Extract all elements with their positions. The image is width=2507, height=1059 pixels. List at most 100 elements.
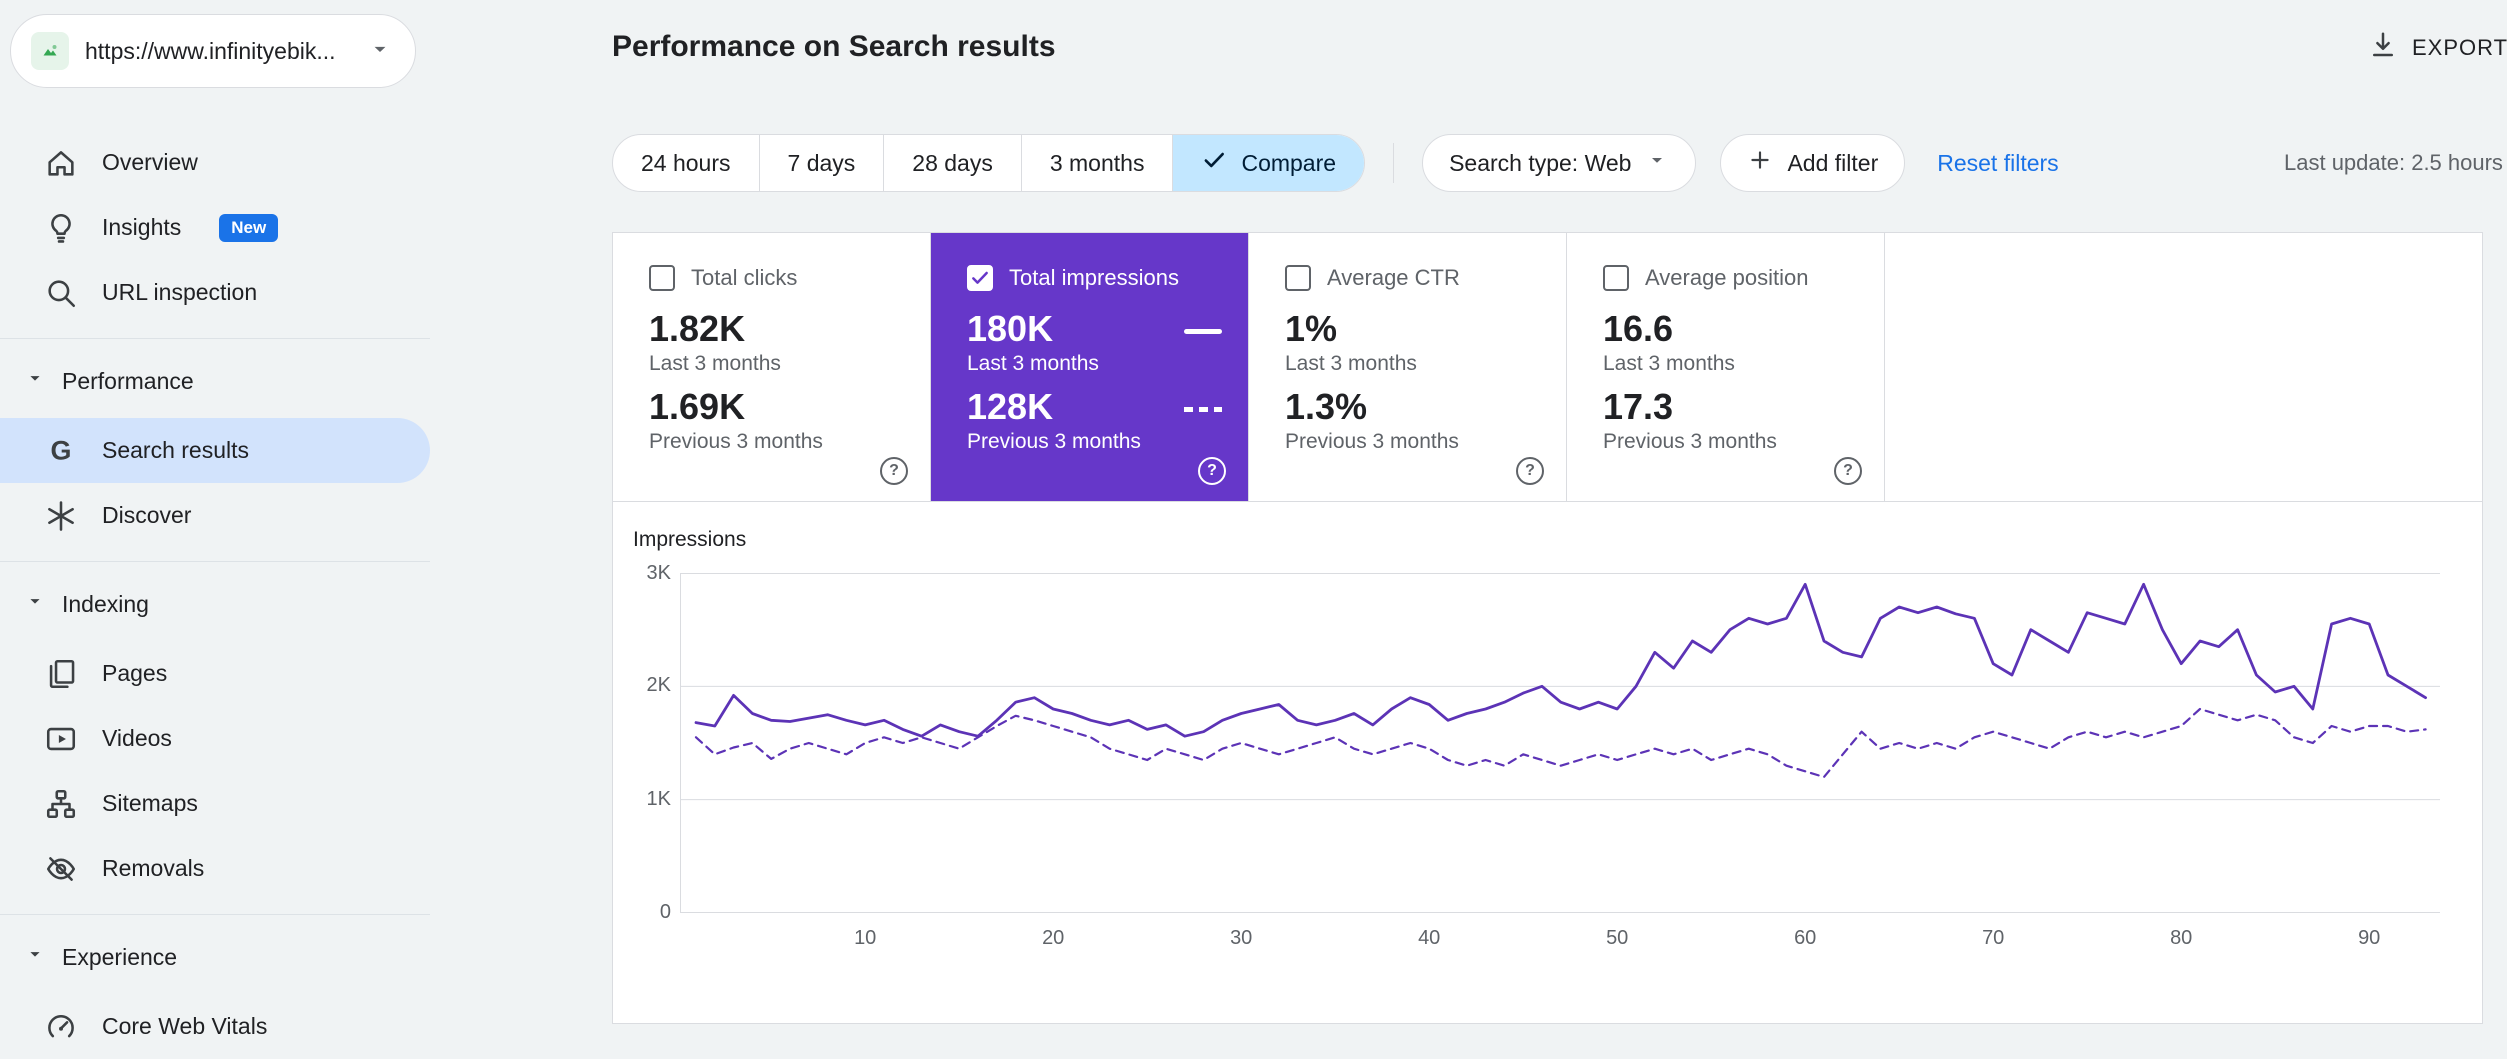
- help-icon[interactable]: ?: [1198, 457, 1226, 485]
- chevron-down-icon: [1645, 148, 1669, 178]
- metric-sublabel: Last 3 months: [649, 351, 930, 377]
- card-label: Total impressions: [1009, 265, 1179, 291]
- metric-value: 1.3%: [1285, 385, 1566, 429]
- chevron-down-icon: [24, 943, 46, 971]
- checkbox-unchecked-icon[interactable]: [1603, 265, 1629, 291]
- checkbox-unchecked-icon[interactable]: [1285, 265, 1311, 291]
- video-icon: [44, 722, 78, 756]
- date-range-segmented-control: 24 hours 7 days 28 days 3 months Compare: [612, 134, 1365, 192]
- add-filter-button[interactable]: Add filter: [1720, 134, 1905, 192]
- sidebar-item-pages[interactable]: Pages: [0, 641, 430, 706]
- chevron-down-icon: [24, 590, 46, 618]
- chip-28-days[interactable]: 28 days: [883, 135, 1021, 191]
- x-axis-tick-label: 20: [1029, 927, 1077, 950]
- line-series-previous-period: [696, 709, 2426, 777]
- help-icon[interactable]: ?: [880, 457, 908, 485]
- metric-value: 1.69K: [649, 385, 930, 429]
- chip-3-months[interactable]: 3 months: [1021, 135, 1173, 191]
- card-label: Average CTR: [1327, 265, 1460, 291]
- sidebar-item-removals[interactable]: Removals: [0, 836, 430, 901]
- sidebar-divider: [0, 561, 430, 562]
- line-style-dashed-indicator: [1184, 407, 1222, 412]
- lightbulb-icon: [44, 211, 78, 245]
- sidebar-item-core-web-vitals[interactable]: Core Web Vitals: [0, 994, 430, 1059]
- y-axis-tick-label: 2K: [621, 674, 671, 697]
- sidebar-item-sitemaps[interactable]: Sitemaps: [0, 771, 430, 836]
- y-axis-tick-label: 1K: [621, 788, 671, 811]
- impressions-chart: Impressions 3K2K1K0102030405060708090: [613, 502, 2482, 1022]
- performance-panel: Total clicks 1.82K Last 3 months 1.69K P…: [612, 232, 2483, 1024]
- card-label: Total clicks: [691, 265, 797, 291]
- sidebar-item-label: Videos: [102, 725, 172, 752]
- metric-sublabel: Previous 3 months: [1285, 429, 1566, 455]
- chip-label: Compare: [1241, 150, 1336, 177]
- search-icon: [44, 276, 78, 310]
- section-header-performance[interactable]: Performance: [0, 352, 430, 410]
- help-icon[interactable]: ?: [1834, 457, 1862, 485]
- sidebar-item-label: Discover: [102, 502, 191, 529]
- sidebar-item-videos[interactable]: Videos: [0, 706, 430, 771]
- checkbox-unchecked-icon[interactable]: [649, 265, 675, 291]
- section-header-label: Performance: [62, 368, 194, 395]
- search-type-dropdown[interactable]: Search type: Web: [1422, 134, 1696, 192]
- chart-title: Impressions: [633, 528, 746, 552]
- sidebar-item-label: Pages: [102, 660, 167, 687]
- new-badge: New: [219, 214, 278, 242]
- chip-7-days[interactable]: 7 days: [759, 135, 884, 191]
- pages-icon: [44, 657, 78, 691]
- gauge-icon: [44, 1010, 78, 1044]
- chip-24-hours[interactable]: 24 hours: [613, 135, 759, 191]
- property-url: https://www.infinityebik...: [85, 38, 367, 65]
- y-axis-tick-label: 0: [621, 901, 671, 924]
- site-favicon-icon: [31, 32, 69, 70]
- metric-sublabel: Last 3 months: [1603, 351, 1884, 377]
- chart-svg: [680, 573, 2440, 913]
- svg-text:G: G: [51, 435, 72, 465]
- sidebar-item-url-inspection[interactable]: URL inspection: [0, 260, 430, 325]
- sidebar-item-label: Sitemaps: [102, 790, 198, 817]
- sidebar-item-label: Search results: [102, 437, 249, 464]
- sidebar-item-overview[interactable]: Overview: [0, 130, 430, 195]
- x-axis-tick-label: 80: [2157, 927, 2205, 950]
- sidebar-item-label: Insights: [102, 214, 181, 241]
- x-axis-tick-label: 70: [1969, 927, 2017, 950]
- x-axis-tick-label: 50: [1593, 927, 1641, 950]
- sidebar-divider: [0, 338, 430, 339]
- filter-bar: 24 hours 7 days 28 days 3 months Compare…: [612, 134, 2059, 192]
- line-series-current-period: [696, 584, 2426, 736]
- metric-card-average-position[interactable]: Average position 16.6 Last 3 months 17.3…: [1567, 233, 1885, 501]
- page-title: Performance on Search results: [612, 30, 1056, 64]
- metric-value: 17.3: [1603, 385, 1884, 429]
- download-icon: [2368, 30, 2398, 66]
- sidebar-nav: Overview Insights New URL inspection Per…: [0, 130, 430, 1059]
- home-icon: [44, 146, 78, 180]
- x-axis-tick-label: 90: [2345, 927, 2393, 950]
- section-header-indexing[interactable]: Indexing: [0, 575, 430, 633]
- help-icon[interactable]: ?: [1516, 457, 1544, 485]
- metric-value: 1%: [1285, 307, 1566, 351]
- metric-card-average-ctr[interactable]: Average CTR 1% Last 3 months 1.3% Previo…: [1249, 233, 1567, 501]
- chip-label: 28 days: [912, 150, 993, 177]
- sidebar-item-insights[interactable]: Insights New: [0, 195, 430, 260]
- sidebar-item-search-results[interactable]: G Search results: [0, 418, 430, 483]
- reset-filters-link[interactable]: Reset filters: [1937, 150, 2058, 177]
- check-icon: [1201, 147, 1227, 179]
- metric-sublabel: Previous 3 months: [967, 429, 1248, 455]
- chip-label: 7 days: [788, 150, 856, 177]
- metric-sublabel: Last 3 months: [967, 351, 1248, 377]
- sidebar-item-discover[interactable]: Discover: [0, 483, 430, 548]
- property-selector[interactable]: https://www.infinityebik...: [10, 14, 416, 88]
- checkbox-checked-icon[interactable]: [967, 265, 993, 291]
- metric-card-total-impressions[interactable]: Total impressions 180K Last 3 months 128…: [931, 233, 1249, 501]
- x-axis-tick-label: 10: [841, 927, 889, 950]
- metric-card-total-clicks[interactable]: Total clicks 1.82K Last 3 months 1.69K P…: [613, 233, 931, 501]
- section-header-experience[interactable]: Experience: [0, 928, 430, 986]
- export-button[interactable]: EXPORT: [2368, 30, 2507, 66]
- chip-label: Search type: Web: [1449, 150, 1631, 177]
- compare-chip[interactable]: Compare: [1172, 135, 1364, 191]
- chevron-down-icon: [367, 36, 393, 67]
- metric-sublabel: Previous 3 months: [1603, 429, 1884, 455]
- filter-divider: [1393, 143, 1394, 183]
- chip-label: 3 months: [1050, 150, 1145, 177]
- metric-value: 16.6: [1603, 307, 1884, 351]
